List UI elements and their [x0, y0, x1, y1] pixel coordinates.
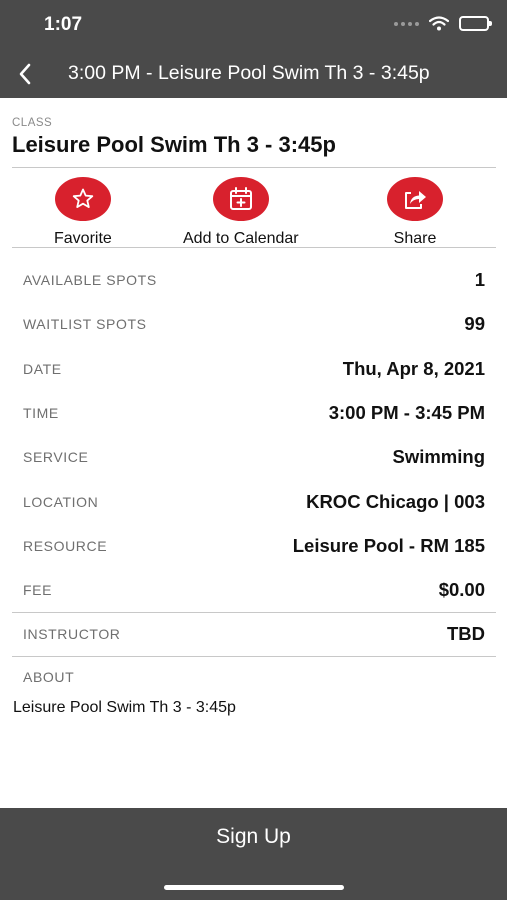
detail-value: $0.00 [438, 579, 485, 600]
wifi-icon [429, 16, 449, 31]
detail-value: 1 [474, 269, 485, 290]
detail-value: Leisure Pool - RM 185 [292, 535, 485, 556]
nav-bar: 3:00 PM - Leisure Pool Swim Th 3 - 3:45p [0, 50, 507, 98]
status-icons [394, 16, 492, 31]
sign-up-label: Sign Up [216, 825, 291, 848]
calendar-circle [212, 177, 269, 221]
detail-key: RESOURCE [23, 538, 108, 554]
detail-row-time: TIME 3:00 PM - 3:45 PM [23, 401, 485, 425]
detail-value: Swimming [392, 446, 485, 467]
divider [12, 167, 496, 168]
detail-key: FEE [23, 582, 53, 598]
detail-key: WAITLIST SPOTS [23, 316, 147, 332]
share-button[interactable]: Share [387, 177, 443, 248]
detail-row-fee: FEE $0.00 [23, 578, 485, 602]
class-label: CLASS [12, 117, 53, 129]
detail-key: AVAILABLE SPOTS [23, 272, 157, 288]
class-name: Leisure Pool Swim Th 3 - 3:45p [12, 132, 336, 157]
detail-row-waitlist-spots: WAITLIST SPOTS 99 [23, 312, 485, 336]
status-time: 1:07 [44, 14, 83, 35]
about-label: ABOUT [23, 669, 75, 685]
detail-value: 99 [464, 313, 485, 334]
favorite-circle [54, 177, 111, 221]
divider [12, 612, 496, 613]
nav-title: 3:00 PM - Leisure Pool Swim Th 3 - 3:45p [68, 62, 430, 84]
detail-key: TIME [23, 405, 59, 421]
calendar-add-icon [229, 187, 252, 210]
favorite-label: Favorite [54, 230, 112, 247]
detail-key: DATE [23, 361, 62, 377]
detail-key: LOCATION [23, 494, 99, 510]
action-bar: Favorite Add to Calendar Share [12, 170, 496, 247]
detail-row-service: SERVICE Swimming [23, 445, 485, 469]
detail-value: TBD [446, 623, 485, 644]
detail-row-location: LOCATION KROC Chicago | 003 [23, 490, 485, 514]
divider [12, 656, 496, 657]
add-to-calendar-button[interactable]: Add to Calendar [183, 177, 299, 248]
detail-row-date: DATE Thu, Apr 8, 2021 [23, 357, 485, 381]
detail-value: Thu, Apr 8, 2021 [342, 358, 485, 379]
share-icon [405, 191, 426, 209]
detail-value: KROC Chicago | 003 [306, 491, 485, 512]
detail-row-resource: RESOURCE Leisure Pool - RM 185 [23, 534, 485, 558]
detail-key: INSTRUCTOR [23, 626, 121, 642]
star-icon [72, 188, 94, 208]
favorite-button[interactable]: Favorite [54, 177, 112, 248]
detail-row-available-spots: AVAILABLE SPOTS 1 [23, 268, 485, 292]
status-bar: 1:07 [0, 0, 507, 50]
calendar-label: Add to Calendar [183, 230, 299, 247]
back-button[interactable] [10, 58, 40, 90]
share-circle [387, 177, 443, 221]
detail-key: SERVICE [23, 449, 89, 465]
detail-value: 3:00 PM - 3:45 PM [328, 402, 485, 423]
home-indicator [164, 885, 344, 890]
signal-icon [394, 21, 419, 26]
detail-row-instructor: INSTRUCTOR TBD [23, 622, 485, 646]
back-chevron-icon [19, 63, 31, 85]
about-text: Leisure Pool Swim Th 3 - 3:45p [13, 699, 236, 716]
share-label: Share [393, 230, 437, 247]
battery-icon [459, 16, 492, 31]
divider [12, 247, 496, 248]
